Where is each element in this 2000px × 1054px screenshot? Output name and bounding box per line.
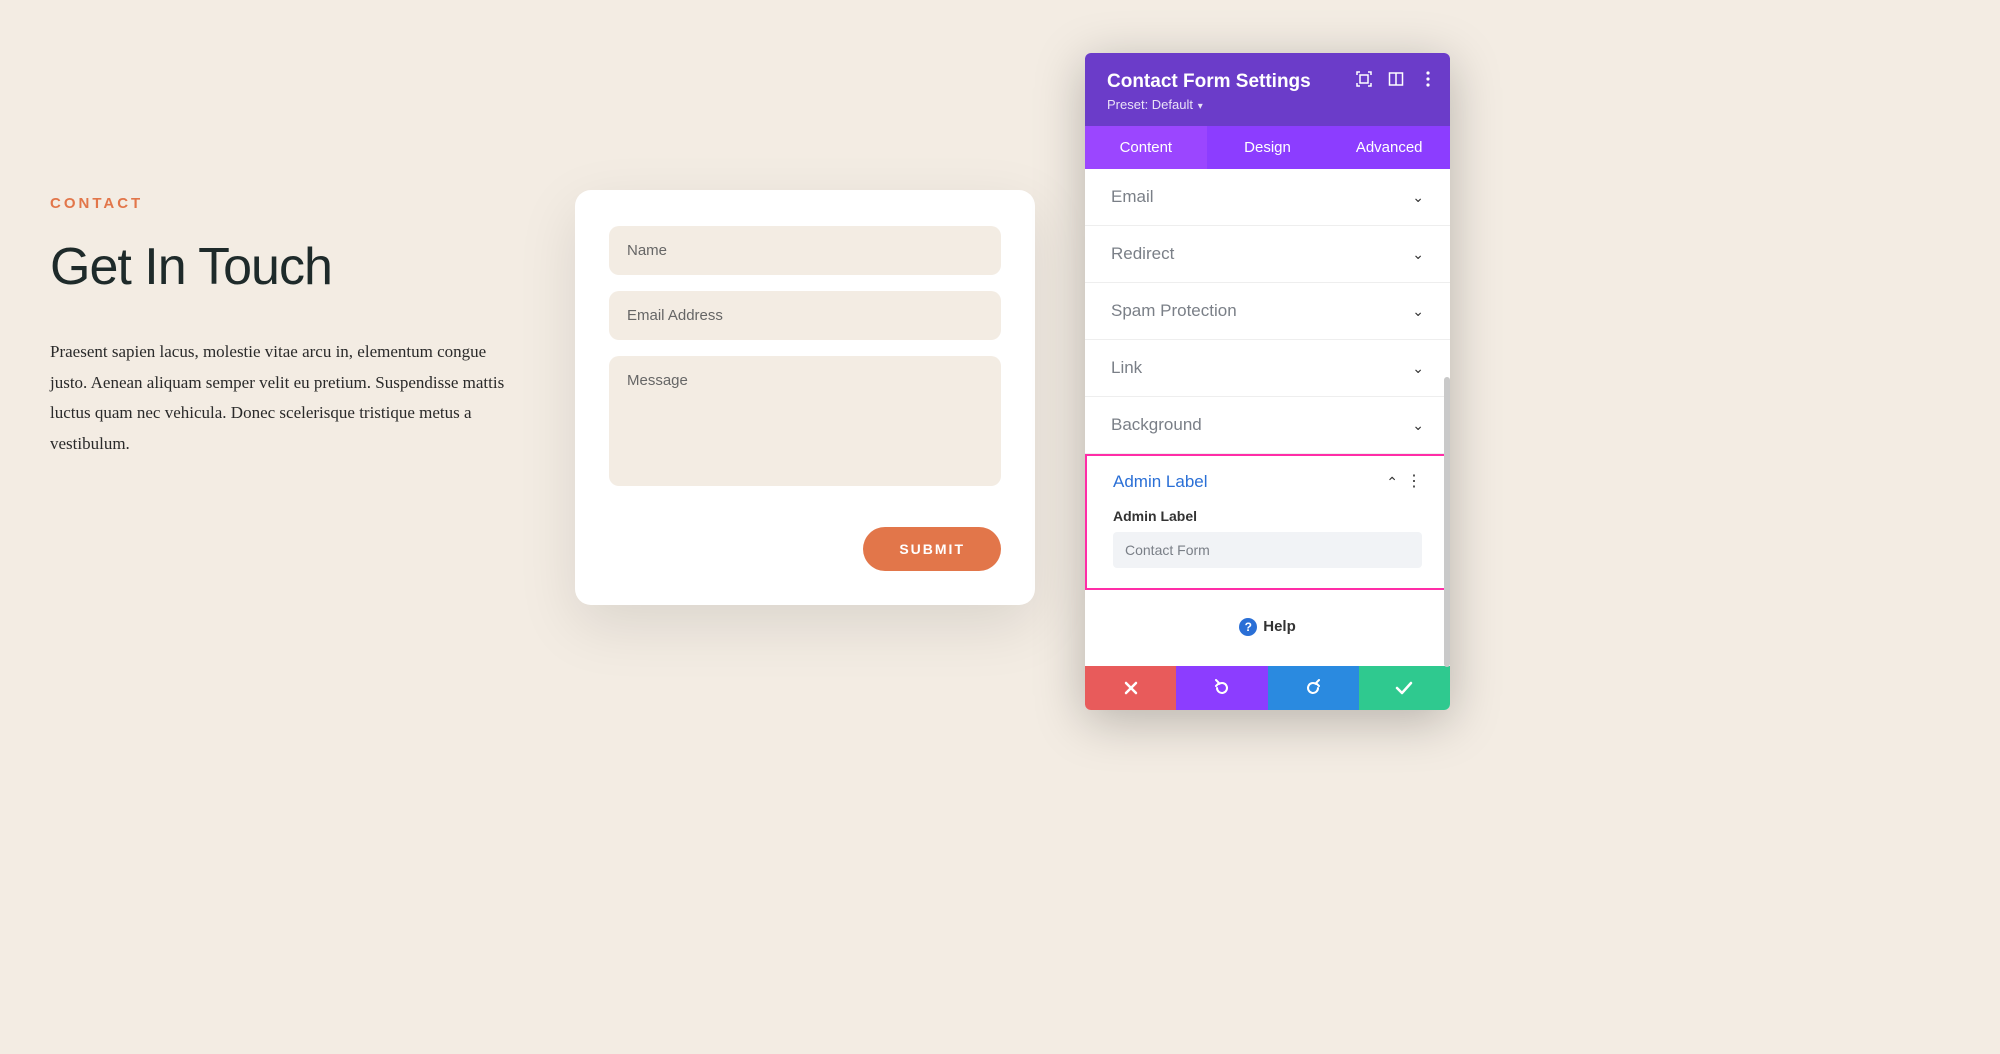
tab-content[interactable]: Content xyxy=(1085,126,1207,169)
expand-icon[interactable] xyxy=(1356,71,1372,87)
admin-label-input[interactable] xyxy=(1113,532,1422,568)
chevron-down-icon: ⌄ xyxy=(1412,360,1424,377)
admin-label-body: Admin Label xyxy=(1087,508,1448,568)
message-textarea[interactable] xyxy=(609,356,1001,486)
tabs: Content Design Advanced xyxy=(1085,126,1450,169)
chevron-up-icon: ⌃ xyxy=(1386,474,1398,491)
section-label: Link xyxy=(1111,358,1142,378)
sections-list: Email ⌄ Redirect ⌄ Spam Protection ⌄ Lin… xyxy=(1085,169,1450,666)
section-redirect[interactable]: Redirect ⌄ xyxy=(1085,226,1450,283)
admin-label-highlight: Admin Label ⌃ ⋮ Admin Label xyxy=(1085,454,1450,590)
undo-button[interactable] xyxy=(1176,666,1267,710)
tab-advanced[interactable]: Advanced xyxy=(1328,126,1450,169)
cancel-button[interactable] xyxy=(1085,666,1176,710)
help-label: Help xyxy=(1263,618,1296,635)
section-email[interactable]: Email ⌄ xyxy=(1085,169,1450,226)
eyebrow: CONTACT xyxy=(50,195,520,212)
settings-panel: Contact Form Settings Preset: Default ▾ … xyxy=(1085,53,1450,710)
contact-text-column: CONTACT Get In Touch Praesent sapien lac… xyxy=(50,195,520,459)
chevron-down-icon: ⌄ xyxy=(1412,417,1424,434)
page-description: Praesent sapien lacus, molestie vitae ar… xyxy=(50,337,520,459)
chevron-down-icon: ⌄ xyxy=(1412,246,1424,263)
section-link[interactable]: Link ⌄ xyxy=(1085,340,1450,397)
section-label: Spam Protection xyxy=(1111,301,1237,321)
section-label: Background xyxy=(1111,415,1202,435)
panel-header: Contact Form Settings Preset: Default ▾ xyxy=(1085,53,1450,126)
section-label: Redirect xyxy=(1111,244,1174,264)
section-admin-label[interactable]: Admin Label ⌃ ⋮ xyxy=(1087,456,1448,502)
save-button[interactable] xyxy=(1359,666,1450,710)
submit-button[interactable]: SUBMIT xyxy=(863,527,1001,571)
section-background[interactable]: Background ⌄ xyxy=(1085,397,1450,454)
preset-value: Default xyxy=(1152,97,1193,112)
redo-button[interactable] xyxy=(1268,666,1359,710)
columns-icon[interactable] xyxy=(1388,71,1404,87)
page-title: Get In Touch xyxy=(50,237,520,297)
help-link[interactable]: ? Help xyxy=(1085,590,1450,666)
email-input[interactable] xyxy=(609,291,1001,340)
more-icon[interactable]: ⋮ xyxy=(1406,474,1422,490)
chevron-down-icon: ⌄ xyxy=(1412,189,1424,206)
panel-footer xyxy=(1085,666,1450,710)
section-spam-protection[interactable]: Spam Protection ⌄ xyxy=(1085,283,1450,340)
section-label: Admin Label xyxy=(1113,472,1208,492)
section-label: Email xyxy=(1111,187,1154,207)
preset-prefix: Preset: xyxy=(1107,97,1152,112)
name-input[interactable] xyxy=(609,226,1001,275)
contact-form-card: SUBMIT xyxy=(575,190,1035,605)
chevron-down-icon: ⌄ xyxy=(1412,303,1424,320)
scrollbar-thumb[interactable] xyxy=(1444,377,1450,667)
tab-design[interactable]: Design xyxy=(1207,126,1329,169)
more-icon[interactable] xyxy=(1420,71,1436,87)
admin-label-field-label: Admin Label xyxy=(1113,508,1422,524)
help-icon: ? xyxy=(1239,618,1257,636)
preset-selector[interactable]: Preset: Default ▾ xyxy=(1107,97,1430,112)
caret-down-icon: ▾ xyxy=(1195,101,1203,112)
